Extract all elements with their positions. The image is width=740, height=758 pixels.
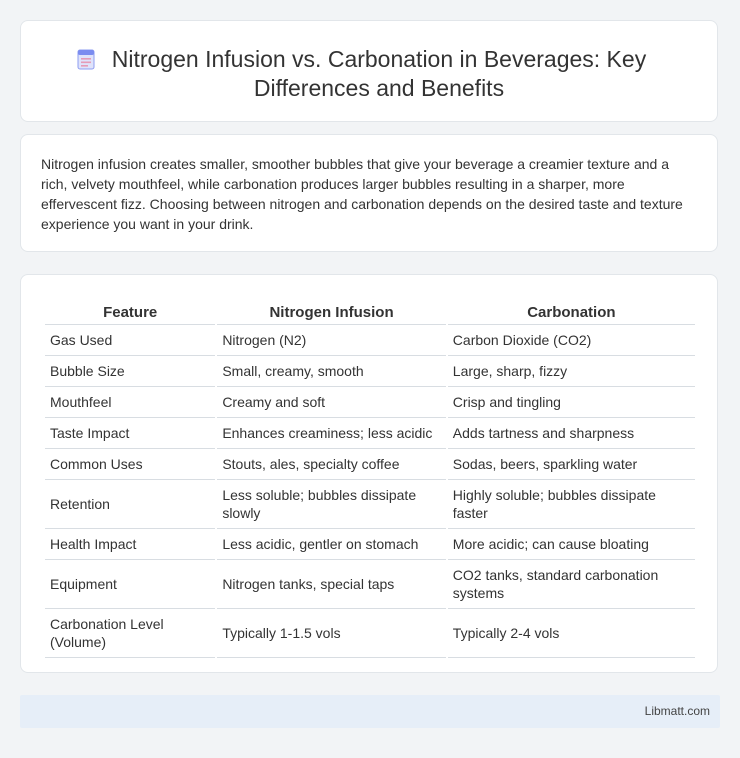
column-header-carbonation: Carbonation [447,291,695,325]
title-card: Nitrogen Infusion vs. Carbonation in Bev… [20,20,718,122]
feature-cell: Bubble Size [45,356,216,387]
intro-paragraph: Nitrogen infusion creates smaller, smoot… [41,156,683,232]
carbonation-cell: More acidic; can cause bloating [447,529,695,560]
page-title: Nitrogen Infusion vs. Carbonation in Bev… [111,46,647,101]
column-header-nitrogen: Nitrogen Infusion [217,291,446,325]
table-row: Mouthfeel Creamy and soft Crisp and ting… [45,387,695,418]
footer-bar: Libmatt.com [20,695,720,728]
nitrogen-cell: Nitrogen (N2) [217,325,446,356]
carbonation-cell: Highly soluble; bubbles dissipate faster [447,480,695,529]
feature-cell: Retention [45,480,216,529]
nitrogen-cell: Enhances creaminess; less acidic [217,418,446,449]
carbonation-cell: Adds tartness and sharpness [447,418,695,449]
column-header-feature: Feature [45,291,216,325]
table-row: Health Impact Less acidic, gentler on st… [45,529,695,560]
nitrogen-cell: Less soluble; bubbles dissipate slowly [217,480,446,529]
table-row: Gas Used Nitrogen (N2) Carbon Dioxide (C… [45,325,695,356]
table-row: Carbonation Level (Volume) Typically 1-1… [45,609,695,658]
comparison-table: Feature Nitrogen Infusion Carbonation Ga… [43,291,697,658]
feature-cell: Carbonation Level (Volume) [45,609,216,658]
table-row: Bubble Size Small, creamy, smooth Large,… [45,356,695,387]
carbonation-cell: CO2 tanks, standard carbonation systems [447,560,695,609]
feature-cell: Gas Used [45,325,216,356]
feature-cell: Taste Impact [45,418,216,449]
nitrogen-cell: Stouts, ales, specialty coffee [217,449,446,480]
table-row: Retention Less soluble; bubbles dissipat… [45,480,695,529]
intro-card: Nitrogen infusion creates smaller, smoot… [20,134,718,252]
carbonation-cell: Typically 2-4 vols [447,609,695,658]
feature-cell: Common Uses [45,449,216,480]
carbonation-cell: Sodas, beers, sparkling water [447,449,695,480]
footer-site-link[interactable]: Libmatt.com [645,704,710,718]
feature-cell: Health Impact [45,529,216,560]
table-row: Common Uses Stouts, ales, specialty coff… [45,449,695,480]
table-header-row: Feature Nitrogen Infusion Carbonation [45,291,695,325]
feature-cell: Mouthfeel [45,387,216,418]
nitrogen-cell: Small, creamy, smooth [217,356,446,387]
comparison-card: Feature Nitrogen Infusion Carbonation Ga… [20,274,718,673]
carbonation-cell: Large, sharp, fizzy [447,356,695,387]
nitrogen-cell: Typically 1-1.5 vols [217,609,446,658]
nitrogen-cell: Nitrogen tanks, special taps [217,560,446,609]
table-row: Equipment Nitrogen tanks, special taps C… [45,560,695,609]
carbonation-cell: Crisp and tingling [447,387,695,418]
nitrogen-cell: Less acidic, gentler on stomach [217,529,446,560]
carbonation-cell: Carbon Dioxide (CO2) [447,325,695,356]
feature-cell: Equipment [45,560,216,609]
table-row: Taste Impact Enhances creaminess; less a… [45,418,695,449]
nitrogen-cell: Creamy and soft [217,387,446,418]
